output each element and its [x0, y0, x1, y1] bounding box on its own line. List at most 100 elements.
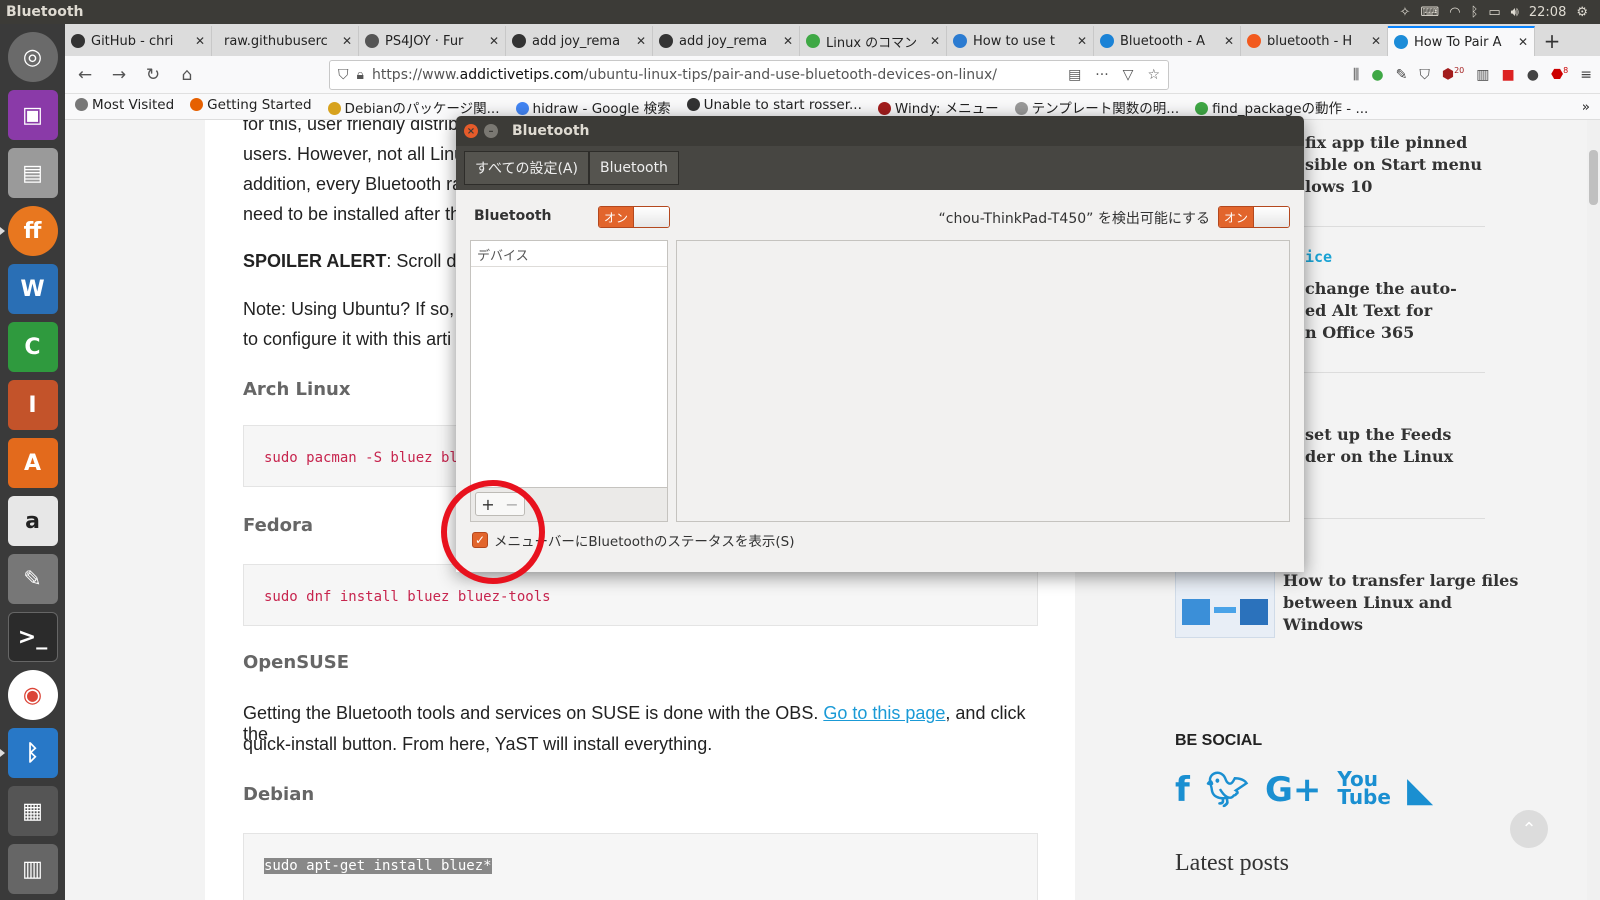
- back-icon[interactable]: ←: [73, 63, 97, 87]
- pocket-icon[interactable]: ▽: [1123, 67, 1134, 83]
- url-text[interactable]: https://www.addictivetips.com/ubuntu-lin…: [372, 67, 997, 83]
- tab-close-icon[interactable]: ✕: [1077, 34, 1087, 48]
- browser-tab[interactable]: Linux のコマン ✕: [800, 26, 947, 56]
- bluetooth-crumb[interactable]: Bluetooth: [588, 151, 679, 185]
- tab-close-icon[interactable]: ✕: [930, 34, 940, 48]
- extension-flash-icon[interactable]: ■: [1501, 67, 1514, 83]
- gear-icon[interactable]: ⚙: [1576, 5, 1588, 20]
- extension-chat-icon[interactable]: ●: [1371, 67, 1383, 83]
- calc-icon[interactable]: C: [7, 322, 58, 372]
- clock[interactable]: 22:08: [1529, 5, 1566, 20]
- bluetooth-icon[interactable]: ᛒ: [1471, 5, 1479, 20]
- tab-close-icon[interactable]: ✕: [1518, 35, 1528, 49]
- tab-close-icon[interactable]: ✕: [636, 34, 646, 48]
- ublock-icon[interactable]: ⬢20: [1442, 66, 1464, 83]
- sidebar-post-link[interactable]: change the auto-ed Alt Text for n Office …: [1305, 278, 1457, 344]
- scroll-to-top-button[interactable]: ⌃: [1510, 810, 1548, 848]
- browser-tab[interactable]: PS4JOY · Fur ✕: [359, 26, 506, 56]
- reload-icon[interactable]: ↻: [141, 63, 165, 87]
- url-bar[interactable]: ⛉ 🔒︎ https://www.addictivetips.com/ubunt…: [329, 59, 1169, 90]
- impress-icon[interactable]: I: [7, 380, 58, 430]
- account-icon[interactable]: ●: [1527, 67, 1539, 83]
- sidebar-icon[interactable]: ▥: [1476, 67, 1489, 83]
- tab-close-icon[interactable]: ✕: [489, 34, 499, 48]
- rss-icon[interactable]: ◣: [1407, 770, 1433, 810]
- more-bookmarks-icon[interactable]: »: [1582, 99, 1590, 115]
- wifi-icon[interactable]: ◠: [1449, 5, 1460, 20]
- browser-tab[interactable]: How To Pair A ✕: [1388, 26, 1535, 56]
- terminal-icon[interactable]: >_: [7, 612, 58, 662]
- adblock-plus-icon[interactable]: ⬣8: [1551, 66, 1568, 83]
- sidebar-post-link[interactable]: How to transfer large files between Linux…: [1283, 570, 1518, 636]
- file-manager-icon[interactable]: ▤: [7, 148, 58, 198]
- volume-icon[interactable]: 🔊︎: [1511, 5, 1519, 20]
- new-tab-button[interactable]: +: [1535, 26, 1569, 56]
- post-thumbnail[interactable]: [1175, 570, 1275, 638]
- bookmark-item[interactable]: テンプレート関数の明...: [1014, 97, 1179, 117]
- screen-recorder-icon[interactable]: ▣: [7, 90, 58, 140]
- chrome-icon[interactable]: ◉: [7, 670, 58, 720]
- discoverable-toggle[interactable]: オン: [1218, 206, 1290, 228]
- show-status-row[interactable]: ✓ メニューバーにBluetoothのステータスを表示(S): [472, 530, 795, 550]
- google-plus-icon[interactable]: G+: [1265, 770, 1321, 810]
- forward-icon[interactable]: →: [107, 63, 131, 87]
- writer-icon[interactable]: W: [7, 264, 58, 314]
- tab-close-icon[interactable]: ✕: [783, 34, 793, 48]
- browser-tab[interactable]: raw.githubuserc ✕: [212, 26, 359, 56]
- trash-icon[interactable]: ▥: [7, 844, 58, 894]
- browser-tab[interactable]: add joy_rema ✕: [653, 26, 800, 56]
- bookmark-star-icon[interactable]: ☆: [1147, 67, 1160, 83]
- all-settings-button[interactable]: すべての設定(A): [464, 151, 589, 185]
- lock-icon[interactable]: 🔒︎: [357, 67, 364, 83]
- sidebar-post-link[interactable]: fix app tile pinned sible on Start menu lo…: [1305, 132, 1482, 198]
- browser-tab[interactable]: Bluetooth - A ✕: [1094, 26, 1241, 56]
- bookmark-item[interactable]: Most Visited: [75, 97, 174, 117]
- bookmark-item[interactable]: find_packageの動作 - ...: [1195, 97, 1368, 117]
- tab-close-icon[interactable]: ✕: [1371, 34, 1381, 48]
- bookmark-item[interactable]: hidraw - Google 検索: [515, 97, 671, 117]
- workspace-switcher-icon[interactable]: ▦: [7, 786, 58, 836]
- library-icon[interactable]: ⫼: [1353, 67, 1359, 83]
- show-status-checkbox[interactable]: ✓: [472, 532, 488, 548]
- youtube-icon[interactable]: You Tube: [1337, 769, 1391, 810]
- tab-close-icon[interactable]: ✕: [195, 34, 205, 48]
- software-center-icon[interactable]: A: [7, 438, 58, 488]
- browser-tab[interactable]: How to use t ✕: [947, 26, 1094, 56]
- battery-icon[interactable]: ▭: [1488, 5, 1500, 20]
- dialog-titlebar[interactable]: × – Bluetooth: [456, 116, 1304, 146]
- bluetooth-toggle[interactable]: オン: [598, 206, 670, 228]
- extension-shield-icon[interactable]: ⛉: [1419, 67, 1430, 83]
- device-list[interactable]: デバイス: [470, 240, 668, 488]
- bookmark-item[interactable]: Getting Started: [190, 97, 312, 117]
- menu-icon[interactable]: ≡: [1580, 67, 1592, 83]
- keyboard-icon[interactable]: ⌨: [1420, 5, 1439, 20]
- shield-icon[interactable]: ⛉: [338, 67, 349, 83]
- browser-tab[interactable]: bluetooth - H ✕: [1241, 26, 1388, 56]
- browser-tab[interactable]: GitHub - chri ✕: [65, 26, 212, 56]
- home-icon[interactable]: ⌂: [175, 63, 199, 87]
- firefox-icon[interactable]: ff: [0, 206, 58, 256]
- page-scrollbar[interactable]: [1587, 120, 1600, 900]
- tab-close-icon[interactable]: ✕: [1224, 34, 1234, 48]
- amazon-icon[interactable]: a: [7, 496, 58, 546]
- go-to-page-link[interactable]: Go to this page: [823, 703, 945, 723]
- dropbox-icon[interactable]: ✧: [1400, 5, 1411, 20]
- sidebar-category[interactable]: ice: [1305, 248, 1332, 266]
- reader-view-icon[interactable]: ▤: [1068, 67, 1081, 83]
- minimize-icon[interactable]: –: [484, 124, 498, 138]
- browser-tab[interactable]: add joy_rema ✕: [506, 26, 653, 56]
- add-device-button[interactable]: +: [476, 493, 500, 515]
- ubuntu-dash-icon[interactable]: ◎: [7, 32, 58, 82]
- extension-edit-icon[interactable]: ✎: [1396, 67, 1408, 83]
- remove-device-button[interactable]: −: [500, 493, 524, 515]
- bookmark-item[interactable]: Windy: メニュー: [877, 97, 999, 117]
- twitter-icon[interactable]: 🐦︎: [1206, 770, 1249, 810]
- facebook-icon[interactable]: f: [1175, 770, 1190, 810]
- bluetooth-app-icon[interactable]: ᛒ: [0, 728, 58, 778]
- tab-close-icon[interactable]: ✕: [342, 34, 352, 48]
- page-actions-icon[interactable]: ···: [1095, 67, 1108, 83]
- system-settings-icon[interactable]: ✎: [7, 554, 58, 604]
- bookmark-item[interactable]: Debianのパッケージ関...: [327, 97, 500, 117]
- close-icon[interactable]: ×: [464, 124, 478, 138]
- sidebar-post-link[interactable]: set up the Feeds der on the Linux: [1305, 424, 1453, 468]
